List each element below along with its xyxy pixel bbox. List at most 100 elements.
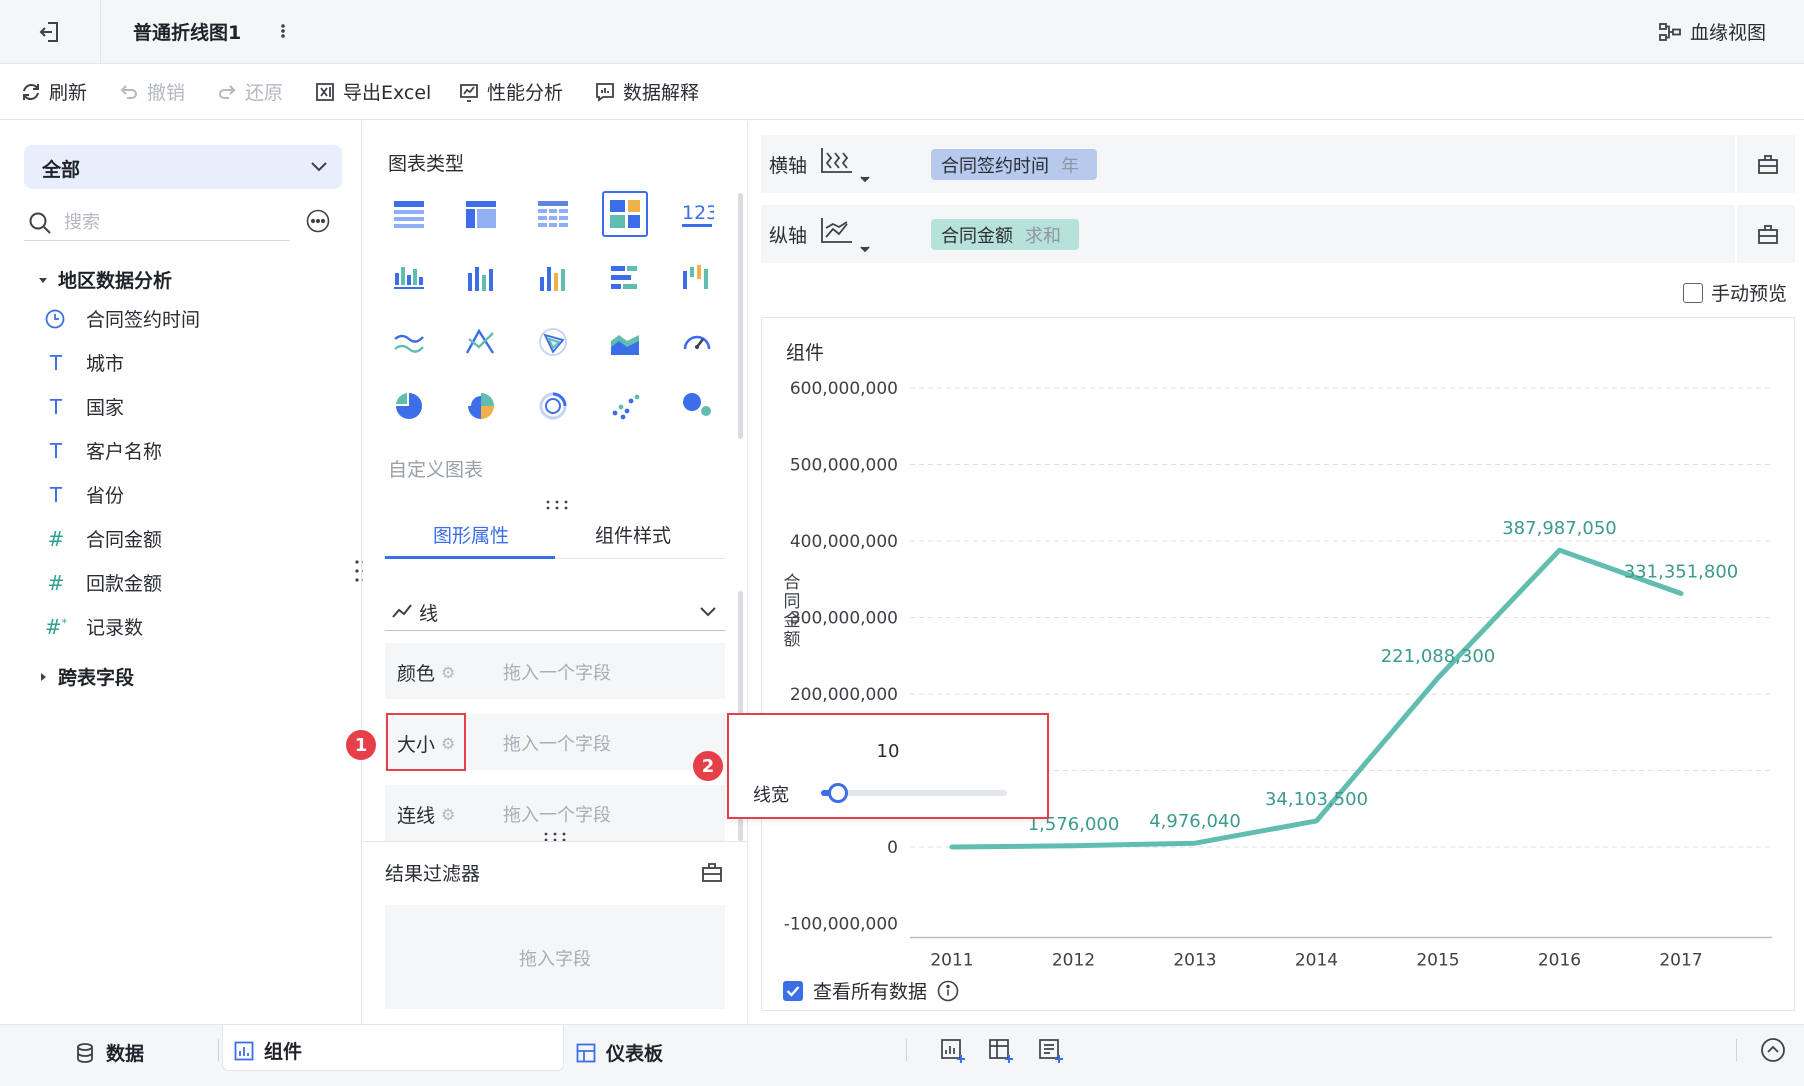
- field-item[interactable]: #* 记录数: [44, 613, 143, 640]
- data-explain-label: 数据解释: [623, 82, 700, 104]
- field-item[interactable]: T 城市: [44, 349, 124, 376]
- gear-icon[interactable]: ⚙: [441, 663, 455, 682]
- annotation-badge-1: 1: [346, 730, 376, 760]
- y-axis-type-icon[interactable]: [819, 215, 871, 253]
- area-chart-icon[interactable]: [602, 319, 648, 365]
- data-label: 331,351,800: [1624, 562, 1739, 583]
- data-label: 34,103,500: [1265, 789, 1368, 810]
- number-type-icon: #: [47, 526, 65, 551]
- result-filter-dropzone[interactable]: 拖入字段: [385, 905, 725, 1009]
- field-item[interactable]: 合同签约时间: [44, 305, 200, 332]
- chart-type-title: 图表类型: [388, 153, 465, 175]
- chevron-down-icon: [699, 604, 717, 618]
- x-axis-label: 横轴: [769, 155, 808, 177]
- tab-data-label: 数据: [106, 1043, 145, 1065]
- field-item[interactable]: T 省份: [44, 481, 124, 508]
- waterfall-chart-icon[interactable]: [674, 255, 720, 301]
- collapse-up-icon[interactable]: [1760, 1037, 1786, 1063]
- search-box: [24, 205, 290, 241]
- slider-thumb[interactable]: [827, 783, 848, 803]
- caret-right-icon: [38, 672, 48, 682]
- x-tick-label: 2014: [1295, 951, 1338, 971]
- manual-preview-toggle[interactable]: 手动预览: [1683, 279, 1787, 306]
- tab-component[interactable]: 组件: [234, 1037, 302, 1064]
- custom-chart-label[interactable]: 自定义图表: [388, 455, 483, 482]
- rose-chart-icon[interactable]: [458, 383, 504, 429]
- info-icon[interactable]: [937, 980, 959, 1002]
- divider: [100, 0, 101, 64]
- field-item[interactable]: T 国家: [44, 393, 124, 420]
- y-axis-field-pill[interactable]: 合同金额 求和: [931, 219, 1079, 250]
- text-type-icon: T: [49, 350, 63, 375]
- performance-analysis-button[interactable]: 性能分析: [458, 78, 563, 105]
- field-item[interactable]: T 客户名称: [44, 437, 162, 464]
- lineage-view-button[interactable]: 血缘视图: [1658, 18, 1766, 45]
- grouped-bar-chart-icon[interactable]: [386, 255, 432, 301]
- bubble-chart-icon[interactable]: [674, 383, 720, 429]
- add-table-component-icon[interactable]: [988, 1038, 1014, 1064]
- radial-line-icon[interactable]: [458, 319, 504, 365]
- line-chart-icon[interactable]: [386, 319, 432, 365]
- field-label: 国家: [86, 397, 125, 419]
- pivot-table-icon[interactable]: [458, 191, 504, 237]
- scatter-chart-icon[interactable]: [602, 383, 648, 429]
- divider: [1735, 205, 1737, 263]
- donut-chart-icon[interactable]: [530, 383, 576, 429]
- table-chart-icon[interactable]: [386, 191, 432, 237]
- data-explain-button[interactable]: 数据解释: [594, 78, 699, 105]
- chart-type-scrollbar[interactable]: [738, 193, 743, 439]
- pie-chart-icon[interactable]: [386, 383, 432, 429]
- field-group-region[interactable]: 地区数据分析: [38, 266, 172, 293]
- tab-component-style[interactable]: 组件样式: [595, 521, 671, 548]
- divider: [906, 1039, 907, 1061]
- undo-button[interactable]: 撤销: [118, 78, 185, 105]
- redo-button[interactable]: 还原: [216, 78, 283, 105]
- axis-settings-icon[interactable]: [1757, 223, 1779, 245]
- config-panel: 图表类型 123 自定义图表 图形属性 组件样式 线 颜色 ⚙ 拖入一个字段 大…: [363, 121, 748, 1024]
- refresh-button[interactable]: 刷新: [20, 78, 87, 105]
- field-group-cross-table[interactable]: 跨表字段: [38, 663, 134, 690]
- prop-color[interactable]: 颜色 ⚙ 拖入一个字段: [385, 643, 725, 699]
- field-item[interactable]: # 合同金额: [44, 525, 162, 552]
- mark-type-select[interactable]: 线: [385, 591, 725, 631]
- search-input[interactable]: [64, 209, 284, 235]
- tab-graphic-properties[interactable]: 图形属性: [433, 521, 509, 548]
- x-axis-type-icon[interactable]: [819, 145, 871, 183]
- scope-dropdown[interactable]: 全部: [24, 145, 342, 189]
- field-item[interactable]: # 回款金额: [44, 569, 162, 596]
- drop-placeholder: 拖入一个字段: [503, 734, 611, 755]
- manual-preview-checkbox[interactable]: [1683, 282, 1703, 303]
- tab-dashboard[interactable]: 仪表板: [576, 1039, 663, 1066]
- view-all-data-toggle[interactable]: 查看所有数据: [783, 977, 959, 1004]
- kpi-number-icon[interactable]: 123: [674, 191, 720, 237]
- section-resize-handle[interactable]: [545, 499, 569, 511]
- add-report-component-icon[interactable]: [1038, 1038, 1064, 1064]
- gauge-chart-icon[interactable]: [674, 319, 720, 365]
- exit-icon[interactable]: [36, 18, 64, 46]
- x-axis-field-pill[interactable]: 合同签约时间 年: [931, 149, 1097, 180]
- horizontal-bar-chart-icon[interactable]: [602, 255, 648, 301]
- view-all-checkbox[interactable]: [783, 980, 803, 1001]
- tab-data[interactable]: 数据: [74, 1039, 144, 1066]
- export-excel-button[interactable]: 导出Excel: [314, 78, 431, 105]
- gear-icon[interactable]: ⚙: [441, 805, 455, 824]
- text-type-icon: T: [49, 438, 63, 463]
- search-icon: [28, 211, 52, 235]
- more-options-icon[interactable]: [306, 209, 330, 233]
- stacked-bar-chart-icon[interactable]: [458, 255, 504, 301]
- more-vertical-icon[interactable]: [276, 17, 290, 45]
- smart-chart-icon[interactable]: [602, 191, 648, 237]
- detail-table-icon[interactable]: [530, 191, 576, 237]
- radar-chart-icon[interactable]: [530, 319, 576, 365]
- add-chart-component-icon[interactable]: [940, 1038, 966, 1064]
- title-bar: 普通折线图1 血缘视图: [0, 0, 1804, 64]
- axis-settings-icon[interactable]: [1757, 153, 1779, 175]
- bottom-bar: 数据 组件 仪表板: [0, 1024, 1804, 1086]
- filter-settings-icon[interactable]: [701, 861, 723, 883]
- excel-icon: [314, 81, 336, 103]
- y-axis-title-char: 额: [784, 630, 801, 650]
- x-field-agg: 年: [1061, 155, 1079, 177]
- bar-chart-icon[interactable]: [530, 255, 576, 301]
- field-label: 客户名称: [86, 441, 163, 463]
- line-width-slider[interactable]: [821, 783, 1007, 803]
